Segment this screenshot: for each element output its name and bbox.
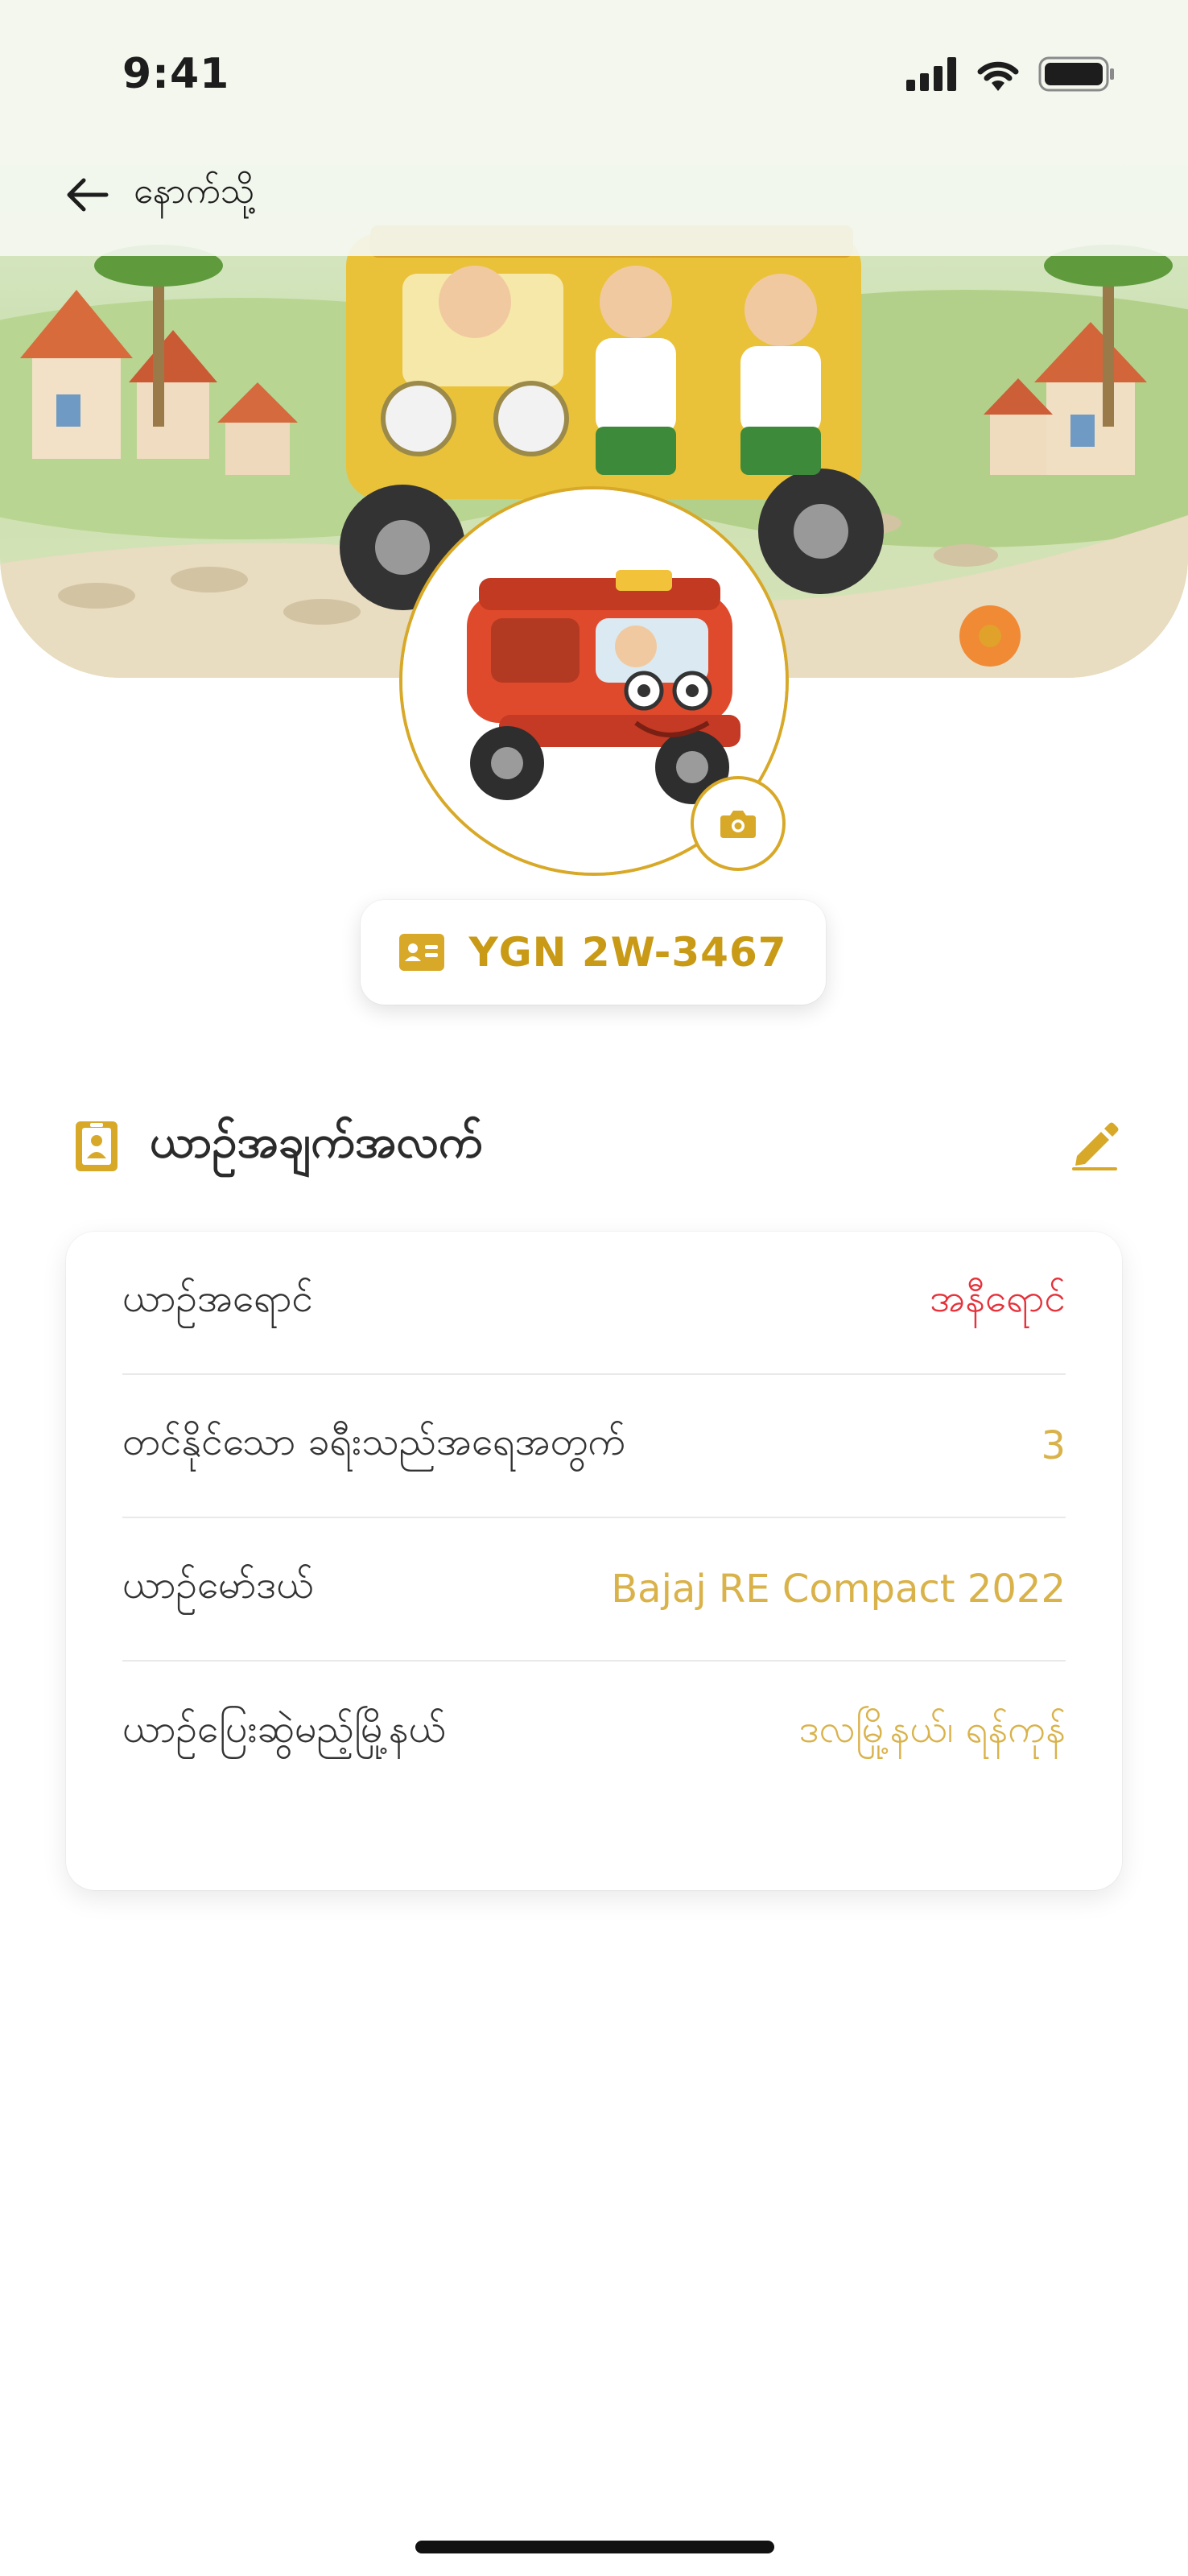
id-card-icon (399, 934, 445, 971)
row-value: အနီရောင် (930, 1276, 1066, 1321)
vehicle-info-card: ယာဉ်အရောင် အနီရောင် တင်နိုင်သော ခရီးသည်အ… (66, 1232, 1122, 1890)
license-plate-badge: YGN 2W-3467 (361, 900, 826, 1005)
row-label: တင်နိုင်သော ခရီးသည်အရေအတွက် (122, 1419, 626, 1464)
info-row-model: ယာဉ်မော်ဒယ် Bajaj RE Compact 2022 (122, 1518, 1066, 1662)
section-title: ယာဉ်အချက်အလက် (150, 1116, 483, 1168)
back-button[interactable]: နောက်သို့ (63, 169, 254, 221)
row-label: ယာဉ်ပြေးဆွဲမည့်မြို့နယ် (122, 1707, 447, 1752)
wifi-icon (977, 61, 1019, 91)
vehicle-profile-screen: 9:41 နောက်သို့ YGN 2W-3467 ယာဉ်အချက်အလက်… (0, 0, 1188, 2576)
top-navigation-bar: 9:41 နောက်သို့ (0, 0, 1188, 256)
info-row-township: ယာဉ်ပြေးဆွဲမည့်မြို့နယ် ဒလမြို့နယ်၊ ရန်က… (122, 1662, 1066, 1805)
row-label: ယာဉ်အရောင် (122, 1276, 313, 1321)
back-label: နောက်သို့ (134, 171, 255, 212)
pencil-icon (1072, 1122, 1119, 1170)
info-row-capacity: တင်နိုင်သော ခရီးသည်အရေအတွက် 3 (122, 1375, 1066, 1518)
badge-icon (76, 1121, 118, 1171)
cellular-signal-icon (906, 57, 956, 91)
camera-icon (720, 811, 756, 838)
status-time: 9:41 (122, 50, 230, 98)
row-value: 3 (1041, 1423, 1066, 1468)
row-value: Bajaj RE Compact 2022 (611, 1567, 1066, 1612)
vehicle-info-header: ယာဉ်အချက်အလက် (74, 1114, 1120, 1179)
battery-icon (1038, 56, 1114, 92)
status-icons (906, 56, 1116, 92)
edit-button[interactable] (1069, 1119, 1120, 1174)
plate-number: YGN 2W-3467 (468, 929, 787, 976)
arrow-left-icon (67, 178, 109, 212)
home-indicator[interactable] (415, 2541, 774, 2553)
change-photo-button[interactable] (691, 776, 786, 871)
row-value: ဒလမြို့နယ်၊ ရန်ကုန် (798, 1707, 1066, 1752)
row-label: ယာဉ်မော်ဒယ် (122, 1563, 314, 1608)
info-row-color: ယာဉ်အရောင် အနီရောင် (122, 1232, 1066, 1375)
